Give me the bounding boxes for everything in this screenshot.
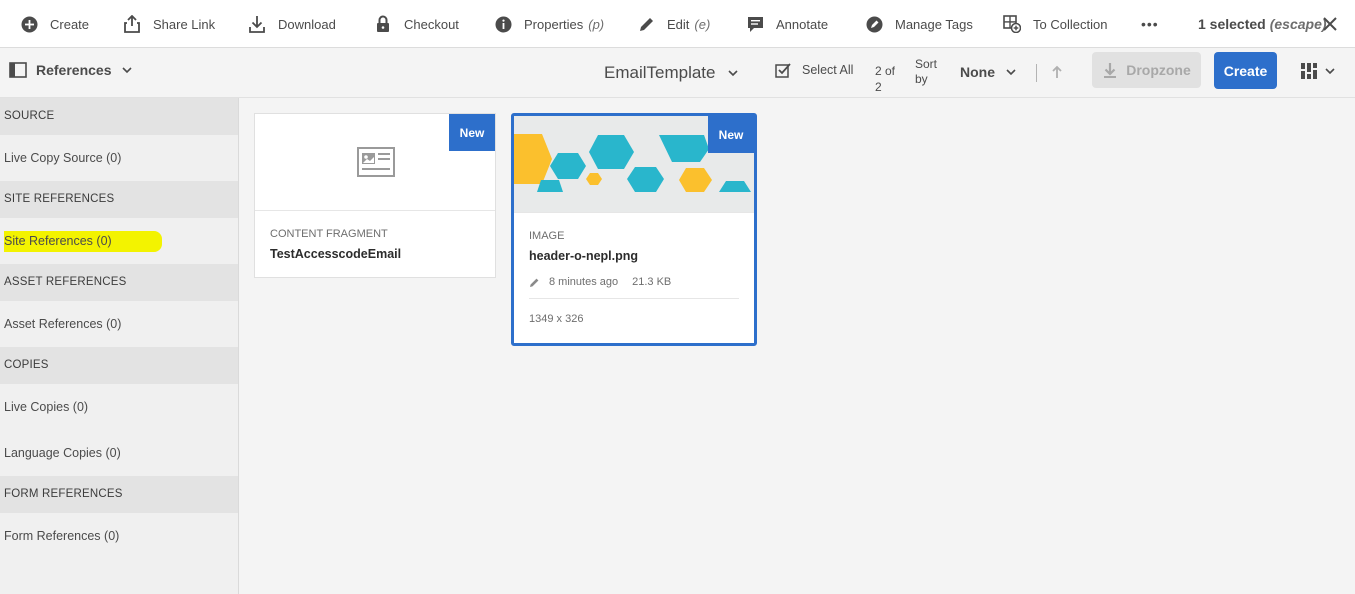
sort-direction-button[interactable]: [1050, 65, 1064, 79]
card-title: TestAccesscodeEmail: [270, 247, 402, 261]
view-switcher[interactable]: [1300, 62, 1335, 80]
tag-icon: [865, 15, 883, 33]
arrow-up-icon: [1052, 65, 1062, 78]
card-view-icon: [1301, 63, 1317, 79]
manage-tags-label: Manage Tags: [895, 16, 973, 32]
chevron-down-icon: [1325, 68, 1335, 75]
card-thumbnail: New: [514, 116, 754, 213]
properties-label: Properties: [524, 16, 584, 32]
item-count: 2 of 2: [875, 64, 896, 94]
content-toolbar: References EmailTemplate Select All 2 of…: [0, 48, 1355, 98]
card-title: header-o-nepl.png: [529, 249, 639, 263]
rail-selector[interactable]: References: [9, 62, 132, 78]
share-link-label: Share Link: [153, 16, 216, 32]
rail-item-label: Asset References (0): [4, 317, 122, 331]
select-all-button[interactable]: Select All: [775, 62, 853, 78]
dropzone-button[interactable]: Dropzone: [1092, 52, 1201, 88]
folder-title: EmailTemplate: [604, 63, 716, 82]
rail-item-label: Form References (0): [4, 529, 120, 543]
selection-count: 1 selected (escape): [1198, 0, 1327, 48]
rail-selector-label: References: [36, 62, 112, 78]
dropzone-label: Dropzone: [1126, 62, 1191, 78]
add-circle-icon: [20, 15, 38, 33]
edit-shortcut: (e): [694, 16, 711, 32]
rail-item-label: Site References (0): [4, 231, 162, 252]
close-icon: [1323, 17, 1337, 31]
rail-item-label: Live Copy Source (0): [4, 151, 122, 165]
asset-card-content-fragment[interactable]: New CONTENT FRAGMENT TestAccesscodeEmail: [254, 113, 496, 278]
annotate-action[interactable]: Annotate: [746, 0, 828, 48]
chevron-down-icon: [1006, 69, 1016, 76]
selection-label: 1 selected: [1198, 16, 1266, 32]
close-selection-button[interactable]: [1321, 15, 1339, 33]
download-icon: [248, 15, 266, 33]
action-bar: Create Share Link Download Checkout Prop…: [0, 0, 1355, 48]
checkout-label: Checkout: [404, 16, 459, 32]
lock-icon: [374, 15, 392, 33]
download-arrow-icon: [1104, 63, 1117, 78]
sort-by-label: Sort by: [915, 57, 938, 86]
pencil-icon: [530, 278, 539, 287]
new-badge: New: [449, 114, 495, 151]
manage-tags-action[interactable]: Manage Tags: [865, 0, 973, 48]
new-badge: New: [708, 116, 754, 153]
pencil-icon: [637, 15, 655, 33]
rail-section-heading: SITE REFERENCES: [0, 181, 238, 218]
rail-item-label: Language Copies (0): [4, 446, 121, 460]
rail-item-site-references[interactable]: Site References (0): [0, 218, 238, 264]
card-metadata: 8 minutes ago 21.3 KB: [529, 276, 671, 288]
chevron-down-icon: [727, 70, 738, 77]
card-asset-type: CONTENT FRAGMENT: [270, 228, 388, 240]
create-action-label: Create: [50, 16, 90, 32]
more-icon: •••: [1141, 16, 1159, 32]
rail-toggle-icon: [9, 62, 27, 78]
folder-title-dropdown[interactable]: EmailTemplate: [604, 63, 738, 83]
card-asset-type: IMAGE: [529, 230, 565, 242]
sort-select[interactable]: None: [960, 64, 1016, 80]
select-all-icon: [775, 63, 791, 78]
rail-section-heading: ASSET REFERENCES: [0, 264, 238, 301]
card-thumbnail: New: [255, 114, 495, 211]
rail-item-label: Live Copies (0): [4, 400, 89, 414]
share-icon: [123, 15, 141, 33]
card-dimensions: 1349 x 326: [529, 313, 584, 325]
selection-escape-hint: (escape): [1269, 16, 1327, 32]
card-file-size: 21.3 KB: [632, 276, 672, 288]
to-collection-action[interactable]: To Collection: [1003, 0, 1107, 48]
edit-action[interactable]: Edit (e): [637, 0, 710, 48]
content-fragment-icon: [357, 147, 395, 177]
rail-item-live-copy-source[interactable]: Live Copy Source (0): [0, 135, 238, 181]
rail-section-heading: FORM REFERENCES: [0, 476, 238, 513]
download-action[interactable]: Download: [248, 0, 336, 48]
share-link-action[interactable]: Share Link: [123, 0, 215, 48]
sort-select-value: None: [960, 64, 995, 80]
checkout-action[interactable]: Checkout: [374, 0, 459, 48]
info-icon: [494, 15, 512, 33]
select-all-label: Select All: [802, 63, 854, 77]
properties-shortcut: (p): [588, 16, 605, 32]
rail-section-heading: SOURCE: [0, 98, 238, 135]
rail-item-language-copies[interactable]: Language Copies (0): [0, 430, 238, 476]
download-label: Download: [278, 16, 336, 32]
card-modified: 8 minutes ago: [549, 276, 619, 288]
rail-item-form-references[interactable]: Form References (0): [0, 513, 238, 559]
properties-action[interactable]: Properties (p): [494, 0, 604, 48]
edit-label: Edit: [667, 16, 690, 32]
asset-card-image[interactable]: New IMAGE header-o-nepl.png 8 minutes ag…: [511, 113, 757, 346]
toolbar-divider: [1036, 64, 1037, 82]
more-actions-button[interactable]: •••: [1141, 0, 1159, 48]
create-action[interactable]: Create: [20, 0, 89, 48]
rail-item-live-copies[interactable]: Live Copies (0): [0, 384, 238, 430]
annotate-label: Annotate: [776, 16, 829, 32]
card-divider: [529, 298, 739, 299]
annotate-icon: [746, 15, 764, 33]
collection-add-icon: [1003, 15, 1021, 33]
create-button[interactable]: Create: [1214, 52, 1277, 89]
chevron-down-icon: [121, 67, 132, 74]
rail-item-asset-references[interactable]: Asset References (0): [0, 301, 238, 347]
to-collection-label: To Collection: [1033, 16, 1108, 32]
rail-section-heading: COPIES: [0, 347, 238, 384]
references-rail: SOURCE Live Copy Source (0) SITE REFEREN…: [0, 98, 239, 594]
